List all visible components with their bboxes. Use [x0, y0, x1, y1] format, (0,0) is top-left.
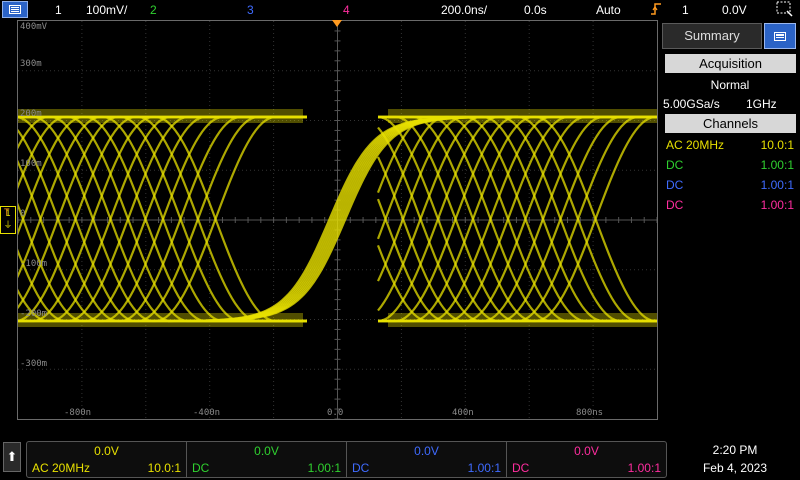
ch2-probe: 1.00:1 — [307, 461, 341, 475]
y-label: 400mV — [20, 22, 48, 32]
y-label: 100m — [20, 159, 42, 169]
trigger-mode[interactable]: Auto — [596, 2, 621, 18]
acquisition-header[interactable]: Acquisition — [665, 54, 796, 73]
ch2-number[interactable]: 2 — [150, 2, 157, 18]
y-label: -100m — [20, 259, 48, 269]
summary-panel: Summary Acquisition Normal 5.00GSa/s 1GH… — [660, 20, 800, 420]
ch2-coupling: DC — [192, 461, 210, 475]
ch3-probe: 1.00:1 — [760, 178, 794, 192]
y-label: 0 — [20, 209, 26, 219]
waveform-display[interactable]: 400mV 300m 200m 100m 0 -100m -200m -300m… — [17, 20, 658, 420]
ch3-coupling: DC — [352, 461, 370, 475]
ch4-info[interactable]: 0.0V DC 1.00:1 — [507, 442, 666, 477]
channel-strip: 0.0V AC 20MHz 10.0:1 0.0V DC 1.00:1 0.0V… — [26, 441, 667, 478]
trigger-level[interactable]: 0.0V — [722, 2, 747, 18]
status-bar: 1 100mV/ 2 3 4 200.0ns/ 0.0s Auto 1 0.0V — [0, 0, 800, 20]
ch1-scale[interactable]: 100mV/ — [86, 2, 127, 18]
ch3-probe: 1.00:1 — [467, 461, 501, 475]
clock-time: 2:20 PM — [712, 443, 758, 457]
trigger-level-marker[interactable]: T — [4, 207, 16, 217]
timebase-delay[interactable]: 0.0s — [524, 2, 547, 18]
ch2-info[interactable]: 0.0V DC 1.00:1 — [187, 442, 347, 477]
trigger-position-marker[interactable] — [332, 20, 342, 27]
ch4-probe: 1.00:1 — [627, 461, 661, 475]
panel-menu-button[interactable] — [764, 23, 796, 49]
sample-rate: 5.00GSa/s — [663, 97, 720, 111]
zoom-select-icon[interactable] — [776, 1, 794, 22]
waveform-trace — [18, 115, 307, 323]
ch4-probe: 1.00:1 — [760, 198, 794, 212]
y-label: 300m — [20, 59, 42, 69]
x-label: -400n — [193, 408, 221, 418]
menu-button[interactable] — [2, 1, 28, 18]
ch4-number[interactable]: 4 — [343, 2, 350, 18]
channel-info-bar: ⬆ 0.0V AC 20MHz 10.0:1 0.0V DC 1.00:1 0.… — [0, 420, 800, 480]
ch2-coupling: DC — [666, 158, 684, 172]
y-label: -300m — [20, 359, 48, 369]
expand-button[interactable]: ⬆ — [3, 442, 21, 472]
ch1-probe: 10.0:1 — [760, 138, 794, 152]
menu-icon — [9, 5, 21, 14]
ch4-coupling: DC — [666, 198, 684, 212]
ch1-coupling: AC 20MHz — [666, 138, 725, 152]
ch1-coupling: AC 20MHz — [32, 461, 91, 475]
ground-icon: ⏚ — [3, 220, 13, 230]
ch2-offset: 0.0V — [254, 444, 279, 458]
ch3-info[interactable]: 0.0V DC 1.00:1 — [347, 442, 507, 477]
waveform-rail — [18, 109, 303, 123]
timebase-scale[interactable]: 200.0ns/ — [441, 2, 487, 18]
ch2-probe: 1.00:1 — [760, 158, 794, 172]
ch3-offset: 0.0V — [414, 444, 439, 458]
x-label: 800ns — [576, 408, 604, 418]
ch1-info[interactable]: 0.0V AC 20MHz 10.0:1 — [27, 442, 187, 477]
up-arrow-icon: ⬆ — [6, 449, 18, 464]
trigger-edge-icon[interactable] — [650, 1, 662, 21]
ch1-probe: 10.0:1 — [147, 461, 181, 475]
menu-icon — [774, 31, 786, 41]
y-label: 200m — [20, 109, 42, 119]
x-label: 0.0 — [327, 408, 344, 418]
y-label: -200m — [20, 309, 48, 319]
graticule-and-waveform — [18, 21, 657, 419]
acquisition-mode: Normal — [710, 78, 750, 92]
channels-header[interactable]: Channels — [665, 114, 796, 133]
ch3-number[interactable]: 3 — [247, 2, 254, 18]
ch3-coupling: DC — [666, 178, 684, 192]
bandwidth: 1GHz — [746, 97, 777, 111]
ch4-offset: 0.0V — [574, 444, 599, 458]
ch1-number[interactable]: 1 — [55, 2, 62, 18]
waveform-rail — [388, 313, 657, 327]
clock-date: Feb 4, 2023 — [702, 461, 768, 475]
tab-summary[interactable]: Summary — [662, 23, 762, 49]
ch4-coupling: DC — [512, 461, 530, 475]
ch1-offset: 0.0V — [94, 444, 119, 458]
trigger-source[interactable]: 1 — [682, 2, 689, 18]
x-label: -800n — [64, 408, 92, 418]
x-label: 400n — [452, 408, 474, 418]
